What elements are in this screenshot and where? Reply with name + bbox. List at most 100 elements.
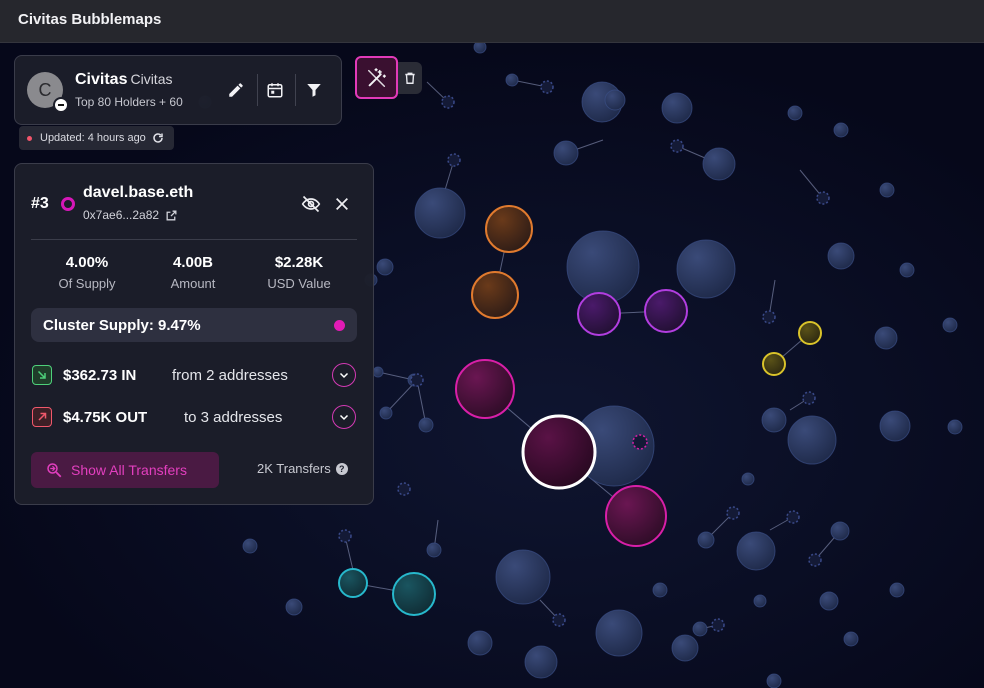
filter-button[interactable]	[294, 70, 334, 110]
outflow-detail: to 3 addresses	[184, 409, 283, 426]
holder-bubble-neutral[interactable]	[942, 317, 958, 333]
holder-bubble-neutral[interactable]	[819, 591, 839, 611]
holder-bubble-neutral[interactable]	[524, 645, 558, 679]
holder-bubble-neutral[interactable]	[879, 182, 895, 198]
contract-bubble[interactable]	[808, 553, 822, 567]
holder-bubble-neutral[interactable]	[830, 521, 850, 541]
token-symbol: Civitas	[130, 71, 173, 87]
contract-bubble[interactable]	[632, 434, 648, 450]
holder-bubble-neutral[interactable]	[467, 630, 493, 656]
stat-amount-label: Amount	[170, 276, 216, 291]
contract-bubble[interactable]	[670, 139, 684, 153]
holder-bubble-neutral[interactable]	[418, 417, 434, 433]
wallet-detail-panel: #3 davel.base.eth 0x7ae6...2a82 4.00% Of…	[14, 163, 374, 505]
holder-bubble-magenta[interactable]	[605, 485, 667, 547]
trash-button[interactable]	[398, 62, 422, 94]
contract-bubble[interactable]	[802, 391, 816, 405]
contract-bubble[interactable]	[726, 506, 740, 520]
contract-bubble[interactable]	[447, 153, 461, 167]
stat-amount-value: 4.00B	[172, 254, 214, 271]
holder-bubble-neutral[interactable]	[736, 531, 776, 571]
refresh-icon[interactable]	[152, 132, 164, 144]
holder-bubble-neutral[interactable]	[697, 531, 715, 549]
holder-bubble-neutral[interactable]	[761, 407, 787, 433]
holder-bubble-neutral[interactable]	[879, 410, 911, 442]
close-panel-button[interactable]	[330, 192, 354, 216]
holder-bubble-neutral[interactable]	[741, 472, 755, 486]
holder-bubble-neutral[interactable]	[671, 634, 699, 662]
wallet-color-ring-icon	[61, 197, 75, 211]
holder-bubble-neutral[interactable]	[566, 230, 640, 304]
contract-bubble[interactable]	[397, 482, 411, 496]
holder-bubble-neutral[interactable]	[652, 582, 668, 598]
holder-bubble-neutral[interactable]	[843, 631, 859, 647]
outflow-row[interactable]: $4.75K OUT to 3 addresses	[32, 404, 358, 432]
contract-bubble[interactable]	[540, 80, 554, 94]
holders-label: Top 80 Holders + 60	[75, 95, 183, 109]
contract-bubble[interactable]	[338, 529, 352, 543]
eye-off-icon	[301, 195, 321, 213]
holder-bubble-orange[interactable]	[485, 205, 533, 253]
holder-bubble-cyan[interactable]	[392, 572, 436, 616]
holder-bubble-neutral[interactable]	[833, 122, 849, 138]
holder-bubble-neutral[interactable]	[947, 419, 963, 435]
holder-bubble-neutral[interactable]	[874, 326, 898, 350]
holder-bubble-yellow[interactable]	[762, 352, 786, 376]
holder-bubble-cyan[interactable]	[338, 568, 368, 598]
holder-bubble-neutral[interactable]	[376, 258, 394, 276]
holder-bubble-neutral[interactable]	[692, 621, 708, 637]
magic-wand-button[interactable]	[355, 56, 398, 99]
holder-bubble-neutral[interactable]	[753, 594, 767, 608]
holder-bubble-neutral[interactable]	[372, 366, 384, 378]
holder-bubble-neutral[interactable]	[505, 73, 519, 87]
holder-bubble-neutral[interactable]	[787, 105, 803, 121]
holder-bubble-neutral[interactable]	[661, 92, 693, 124]
show-all-transfers-button[interactable]: Show All Transfers	[31, 452, 219, 488]
holder-bubble-neutral[interactable]	[889, 582, 905, 598]
holder-bubble-purple[interactable]	[577, 292, 621, 336]
holder-bubble-purple[interactable]	[644, 289, 688, 333]
holder-bubble-yellow[interactable]	[798, 321, 822, 345]
updated-status[interactable]: Updated: 4 hours ago	[19, 126, 174, 150]
holder-bubble-neutral[interactable]	[495, 549, 551, 605]
holder-bubble-neutral[interactable]	[426, 542, 442, 558]
cluster-supply-row[interactable]: Cluster Supply: 9.47%	[31, 308, 357, 342]
outflow-expand-button[interactable]	[332, 405, 356, 429]
contract-bubble[interactable]	[410, 373, 424, 387]
holder-bubble-neutral[interactable]	[595, 609, 643, 657]
chevron-down-icon	[339, 414, 349, 421]
contract-bubble[interactable]	[552, 613, 566, 627]
help-icon[interactable]: ?	[335, 462, 348, 475]
holder-bubble-neutral[interactable]	[473, 43, 487, 54]
holder-bubble-neutral[interactable]	[676, 239, 736, 299]
edit-button[interactable]	[216, 70, 256, 110]
external-link-icon[interactable]	[165, 209, 178, 222]
contract-bubble[interactable]	[786, 510, 800, 524]
holder-bubble-neutral[interactable]	[604, 89, 626, 111]
token-name: Civitas Civitas	[75, 71, 173, 88]
cluster-supply-label: Cluster Supply: 9.47%	[43, 317, 201, 334]
holder-bubble-magenta[interactable]	[455, 359, 515, 419]
holder-bubble-neutral[interactable]	[379, 406, 393, 420]
holder-bubble-neutral[interactable]	[553, 140, 579, 166]
holder-bubble-neutral[interactable]	[414, 187, 466, 239]
holder-bubble-neutral[interactable]	[702, 147, 736, 181]
holder-bubble-neutral[interactable]	[827, 242, 855, 270]
contract-bubble[interactable]	[711, 618, 725, 632]
contract-bubble[interactable]	[762, 310, 776, 324]
holder-bubble-neutral[interactable]	[899, 262, 915, 278]
holder-bubble-neutral[interactable]	[787, 415, 837, 465]
wallet-address[interactable]: 0x7ae6...2a82	[83, 208, 178, 222]
filter-icon	[307, 84, 321, 97]
contract-bubble[interactable]	[816, 191, 830, 205]
calendar-button[interactable]	[255, 70, 295, 110]
inflow-expand-button[interactable]	[332, 363, 356, 387]
holder-bubble-neutral[interactable]	[766, 673, 782, 688]
inflow-row[interactable]: $362.73 IN from 2 addresses	[32, 362, 358, 390]
hide-wallet-button[interactable]	[299, 192, 323, 216]
holder-bubble-neutral[interactable]	[242, 538, 258, 554]
selected-wallet-bubble[interactable]	[521, 414, 597, 490]
holder-bubble-neutral[interactable]	[285, 598, 303, 616]
contract-bubble[interactable]	[441, 95, 455, 109]
holder-bubble-orange[interactable]	[471, 271, 519, 319]
